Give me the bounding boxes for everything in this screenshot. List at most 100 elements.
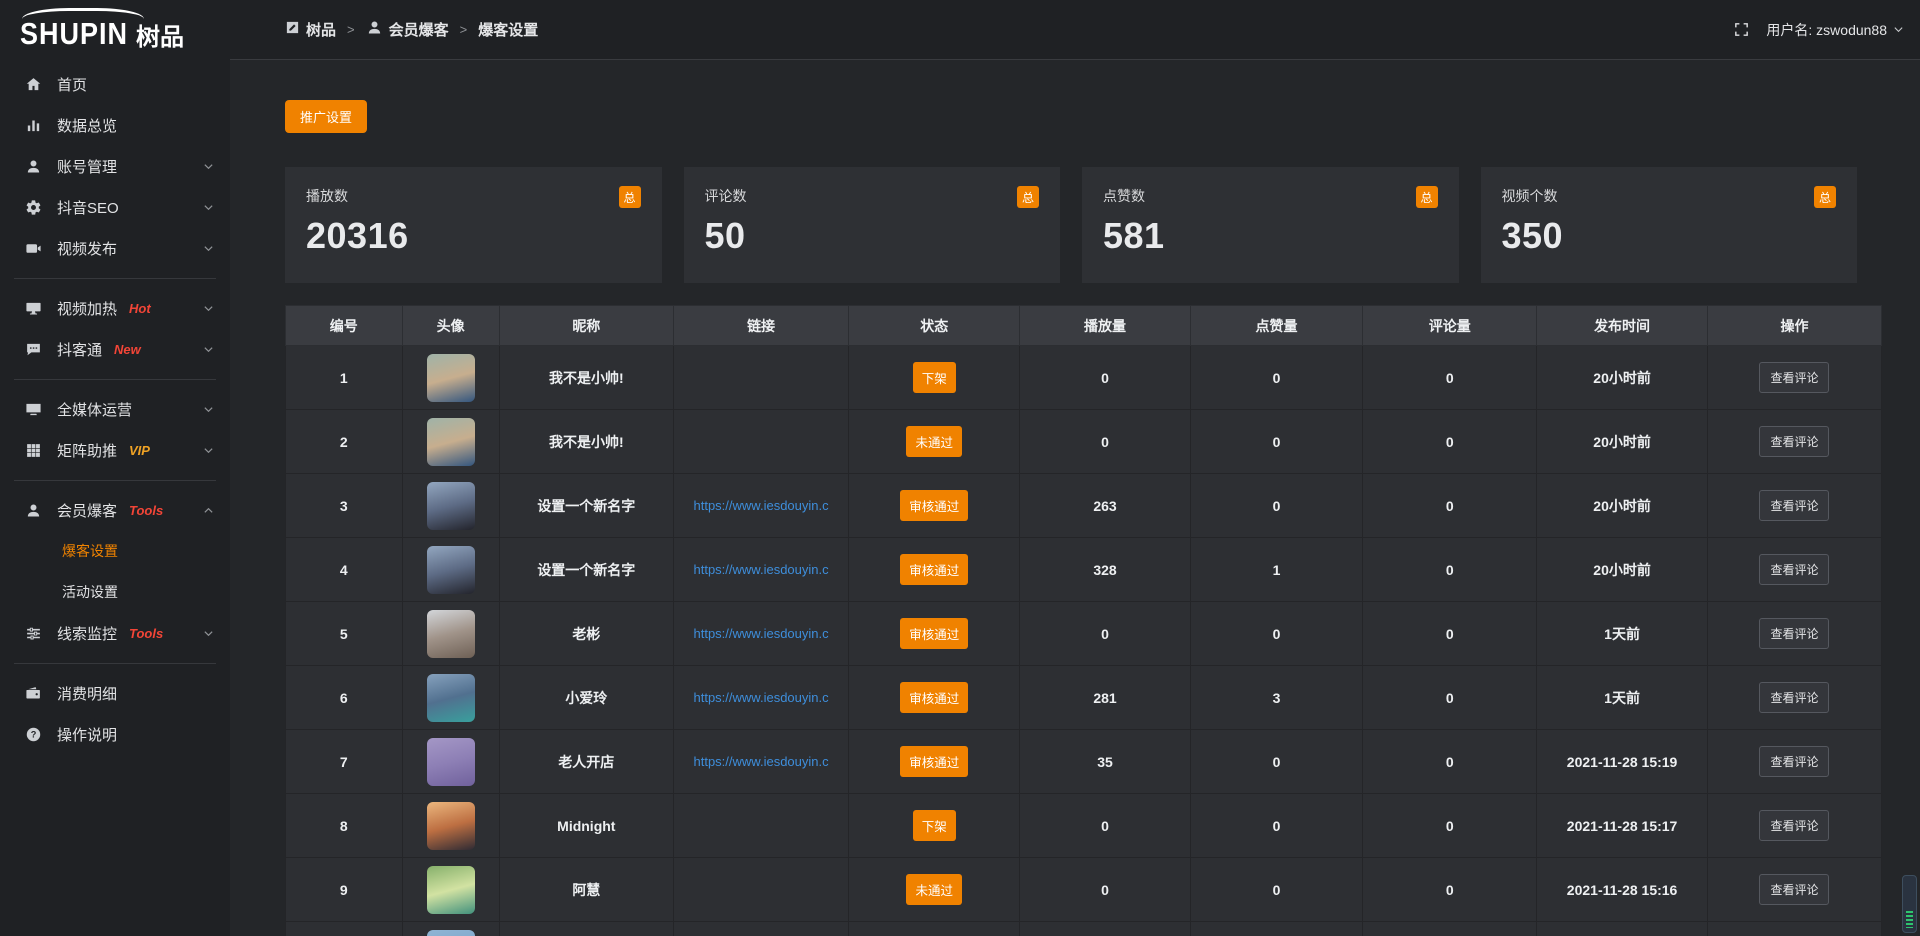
plays-cell: 0 bbox=[1020, 858, 1191, 922]
table-row: 3设置一个新名字https://www.iesdouyin.c审核通过26300… bbox=[286, 474, 1882, 538]
plays-cell bbox=[1020, 922, 1191, 936]
sidebar-item-douketong[interactable]: 抖客通New bbox=[0, 329, 230, 370]
sidebar-item-matrix-boost[interactable]: 矩阵助推VIP bbox=[0, 430, 230, 471]
status-cell: 审核通过 bbox=[849, 538, 1020, 602]
sidebar-subitem-baoke-settings[interactable]: 爆客设置 bbox=[0, 531, 230, 572]
link-cell bbox=[673, 858, 849, 922]
link-cell: https://www.iesdouyin.c bbox=[673, 474, 849, 538]
sidebar-divider bbox=[14, 379, 216, 380]
likes-cell: 3 bbox=[1190, 666, 1362, 730]
sidebar-item-label: 操作说明 bbox=[57, 724, 117, 745]
sidebar-item-clue-monitor[interactable]: 线索监控Tools bbox=[0, 613, 230, 654]
link-cell: https://www.iesdouyin.c bbox=[673, 730, 849, 794]
sidebar-item-video-publish[interactable]: 视频发布 bbox=[0, 228, 230, 269]
user-icon bbox=[366, 19, 383, 40]
nickname-cell: 我不是小帅! bbox=[499, 410, 673, 474]
sidebar-divider bbox=[14, 278, 216, 279]
sidebar-item-account-management[interactable]: 账号管理 bbox=[0, 146, 230, 187]
video-link[interactable]: https://www.iesdouyin.c bbox=[674, 754, 849, 769]
floating-widget[interactable] bbox=[1902, 875, 1917, 933]
published-cell bbox=[1537, 922, 1708, 936]
view-comments-button[interactable]: 查看评论 bbox=[1759, 554, 1829, 585]
sidebar-item-consumption-detail[interactable]: 消费明细 bbox=[0, 673, 230, 714]
view-comments-button[interactable]: 查看评论 bbox=[1759, 810, 1829, 841]
main-area: 树品>会员爆客>爆客设置 用户名: zswodun88 推广设置 播放数总203… bbox=[230, 0, 1920, 936]
status-badge: 审核通过 bbox=[900, 490, 968, 521]
view-comments-button[interactable]: 查看评论 bbox=[1759, 362, 1829, 393]
avatar bbox=[427, 546, 475, 594]
status-cell: 审核通过 bbox=[849, 474, 1020, 538]
sidebar-item-media-operation[interactable]: 全媒体运营 bbox=[0, 389, 230, 430]
video-link[interactable]: https://www.iesdouyin.c bbox=[674, 626, 849, 641]
stat-card-head: 视频个数总 bbox=[1502, 186, 1837, 208]
view-comments-button[interactable]: 查看评论 bbox=[1759, 618, 1829, 649]
promotion-settings-button[interactable]: 推广设置 bbox=[285, 100, 367, 133]
column-header: 点赞量 bbox=[1190, 306, 1362, 346]
view-comments-button[interactable]: 查看评论 bbox=[1759, 682, 1829, 713]
plays-cell: 263 bbox=[1020, 474, 1191, 538]
breadcrumb-item[interactable]: 树品 bbox=[285, 19, 336, 40]
nickname-cell: 设置一个新名字 bbox=[499, 538, 673, 602]
view-comments-button[interactable]: 查看评论 bbox=[1759, 490, 1829, 521]
stat-card: 视频个数总350 bbox=[1481, 167, 1858, 283]
chevron-down-icon bbox=[203, 202, 214, 213]
view-comments-button[interactable]: 查看评论 bbox=[1759, 426, 1829, 457]
link-cell: https://www.iesdouyin.c bbox=[673, 666, 849, 730]
sidebar-item-douyin-seo[interactable]: 抖音SEO bbox=[0, 187, 230, 228]
brand-suffix: 树品 bbox=[136, 17, 184, 52]
chevron-down-icon bbox=[203, 344, 214, 355]
sidebar-divider bbox=[14, 663, 216, 664]
comments-cell: 0 bbox=[1363, 602, 1537, 666]
link-cell: https://www.iesdouyin.c bbox=[673, 538, 849, 602]
published-cell: 1天前 bbox=[1537, 602, 1708, 666]
avatar-cell bbox=[402, 730, 499, 794]
chevron-down-icon bbox=[203, 161, 214, 172]
status-badge: 未通过 bbox=[906, 426, 962, 457]
video-link[interactable]: https://www.iesdouyin.c bbox=[674, 690, 849, 705]
comments-cell: 0 bbox=[1363, 538, 1537, 602]
home-icon bbox=[24, 76, 43, 93]
avatar bbox=[427, 738, 475, 786]
action-cell: 查看评论 bbox=[1707, 410, 1881, 474]
status-badge: 下架 bbox=[913, 362, 956, 393]
video-link[interactable]: https://www.iesdouyin.c bbox=[674, 562, 849, 577]
screen-icon bbox=[24, 401, 43, 418]
plays-cell: 35 bbox=[1020, 730, 1191, 794]
sidebar-item-label: 抖音SEO bbox=[57, 197, 119, 218]
fullscreen-icon[interactable] bbox=[1733, 21, 1750, 38]
video-link[interactable]: https://www.iesdouyin.c bbox=[674, 498, 849, 513]
sidebar-subitem-activity-settings[interactable]: 活动设置 bbox=[0, 572, 230, 613]
avatar bbox=[427, 418, 475, 466]
column-header: 头像 bbox=[402, 306, 499, 346]
stat-card-head: 评论数总 bbox=[705, 186, 1040, 208]
monitor-icon bbox=[24, 300, 43, 317]
gear-icon bbox=[24, 199, 43, 216]
videos-table: 编号头像昵称链接状态播放量点赞量评论量发布时间操作 1我不是小帅!下架00020… bbox=[285, 305, 1882, 936]
user-menu[interactable]: 用户名: zswodun88 bbox=[1766, 20, 1904, 40]
comments-cell: 0 bbox=[1363, 474, 1537, 538]
comments-cell: 0 bbox=[1363, 346, 1537, 410]
status-badge: 审核通过 bbox=[900, 682, 968, 713]
brand-logo[interactable]: SHUPIN 树品 bbox=[0, 0, 230, 56]
chart-icon bbox=[24, 117, 43, 134]
avatar-cell bbox=[402, 922, 499, 936]
published-cell: 2021-11-28 15:19 bbox=[1537, 730, 1708, 794]
sidebar-item-home[interactable]: 首页 bbox=[0, 64, 230, 105]
view-comments-button[interactable]: 查看评论 bbox=[1759, 874, 1829, 905]
status-cell: 审核通过 bbox=[849, 602, 1020, 666]
published-cell: 1天前 bbox=[1537, 666, 1708, 730]
status-cell: 未通过 bbox=[849, 858, 1020, 922]
row-id-cell: 8 bbox=[286, 794, 403, 858]
row-id-cell: 4 bbox=[286, 538, 403, 602]
sidebar-item-data-overview[interactable]: 数据总览 bbox=[0, 105, 230, 146]
topbar-right: 用户名: zswodun88 bbox=[1733, 20, 1904, 40]
sidebar-item-member-baoke[interactable]: 会员爆客Tools bbox=[0, 490, 230, 531]
table-row: 4设置一个新名字https://www.iesdouyin.c审核通过32810… bbox=[286, 538, 1882, 602]
plays-cell: 0 bbox=[1020, 602, 1191, 666]
stat-card-value: 20316 bbox=[306, 215, 641, 257]
sidebar-item-video-heating[interactable]: 视频加热Hot bbox=[0, 288, 230, 329]
breadcrumb-item[interactable]: 会员爆客 bbox=[366, 19, 449, 40]
sidebar-item-operation-guide[interactable]: ?操作说明 bbox=[0, 714, 230, 755]
sidebar-item-tag: Hot bbox=[129, 301, 151, 316]
view-comments-button[interactable]: 查看评论 bbox=[1759, 746, 1829, 777]
